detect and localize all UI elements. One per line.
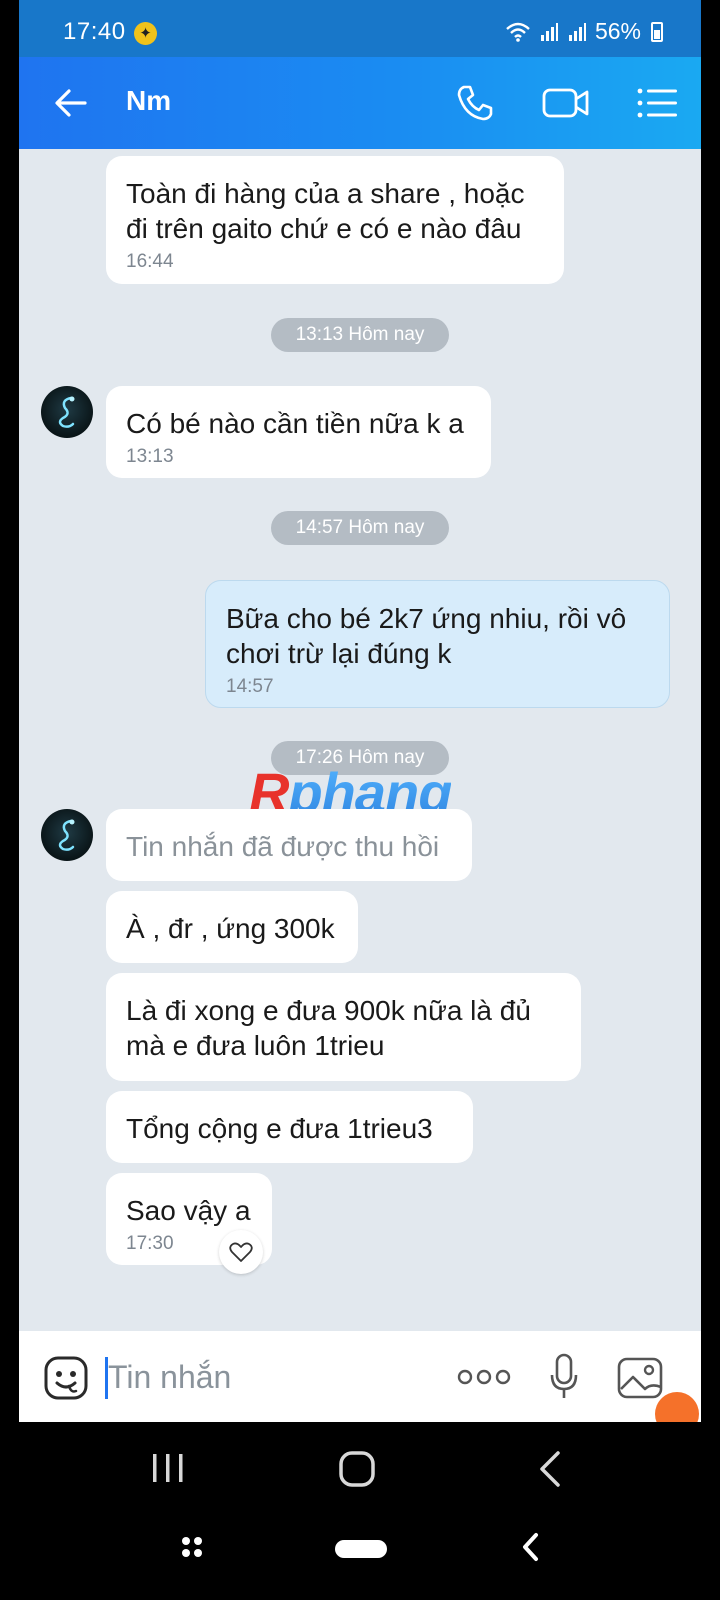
message-received-5[interactable]: Tổng cộng e đưa 1trieu3 xyxy=(106,1091,473,1163)
avatar[interactable] xyxy=(41,386,93,438)
dragon-avatar-icon xyxy=(58,819,75,851)
home-gesture-pill[interactable] xyxy=(335,1540,387,1558)
phone-frame: 17:40 ✦ 56% Nm Toàn đi hàng của a share … xyxy=(0,0,720,1600)
status-time: 17:40 xyxy=(63,18,126,45)
message-received-1[interactable]: Toàn đi hàng của a share , hoặc đi trên … xyxy=(106,156,564,284)
video-call-icon[interactable] xyxy=(541,83,591,123)
message-sent-1[interactable]: Bữa cho bé 2k7 ứng nhiu, rồi vô chơi trừ… xyxy=(205,580,670,708)
message-text: Bữa cho bé 2k7 ứng nhiu, rồi vô chơi trừ… xyxy=(226,603,627,669)
status-indicators: 56% xyxy=(505,18,663,45)
message-text: Sao vậy a xyxy=(126,1195,251,1226)
message-time: 13:13 xyxy=(126,446,174,467)
back-arrow-icon[interactable] xyxy=(51,83,91,123)
microphone-icon[interactable] xyxy=(549,1353,579,1401)
react-heart-button[interactable] xyxy=(219,1230,263,1274)
message-input[interactable] xyxy=(108,1353,438,1401)
status-bar: 17:40 ✦ 56% xyxy=(19,0,701,57)
gesture-back-icon[interactable] xyxy=(520,1532,540,1562)
message-received-4[interactable]: Là đi xong e đưa 900k nữa là đủ mà e đưa… xyxy=(106,973,581,1081)
message-text: Tổng cộng e đưa 1trieu3 xyxy=(126,1113,433,1144)
signal-icon-2 xyxy=(568,22,586,41)
avatar[interactable] xyxy=(41,809,93,861)
battery-percent: 56% xyxy=(594,18,641,44)
chat-screen: 17:40 ✦ 56% Nm Toàn đi hàng của a share … xyxy=(19,0,701,1422)
phone-icon[interactable] xyxy=(453,81,497,125)
message-received-2[interactable]: Có bé nào cần tiền nữa k a 13:13 xyxy=(106,386,491,478)
more-options-icon[interactable] xyxy=(457,1367,511,1387)
heart-icon xyxy=(229,1242,253,1262)
message-time: 14:57 xyxy=(226,676,274,697)
message-recalled[interactable]: Tin nhắn đã được thu hồi xyxy=(106,809,472,881)
image-gallery-icon[interactable] xyxy=(617,1357,663,1399)
contact-name[interactable]: Nm xyxy=(126,85,171,117)
running-app-icon: ✦ xyxy=(134,22,157,45)
recent-apps-icon[interactable] xyxy=(150,1452,186,1484)
home-icon[interactable] xyxy=(338,1450,376,1488)
apps-grid-icon[interactable] xyxy=(180,1535,204,1559)
message-text: Có bé nào cần tiền nữa k a xyxy=(126,408,464,439)
sticker-icon[interactable] xyxy=(43,1355,89,1401)
date-separator-2: 14:57 Hôm nay xyxy=(271,511,449,545)
chat-header: Nm xyxy=(19,57,701,149)
message-input-bar xyxy=(19,1331,701,1422)
menu-list-icon[interactable] xyxy=(635,83,679,123)
system-navigation-bar xyxy=(0,1422,720,1600)
message-text: Tin nhắn đã được thu hồi xyxy=(126,831,440,862)
back-nav-icon[interactable] xyxy=(536,1450,562,1488)
dragon-avatar-icon xyxy=(58,396,75,428)
message-time: 16:44 xyxy=(126,251,174,272)
message-text: Toàn đi hàng của a share , hoặc đi trên … xyxy=(126,178,525,244)
signal-icon xyxy=(540,22,558,41)
message-text: Là đi xong e đưa 900k nữa là đủ mà e đưa… xyxy=(126,995,531,1061)
message-received-3[interactable]: À , đr , ứng 300k xyxy=(106,891,358,963)
message-text: À , đr , ứng 300k xyxy=(126,913,335,944)
battery-icon xyxy=(651,21,663,42)
date-separator-1: 13:13 Hôm nay xyxy=(271,318,449,352)
wifi-icon xyxy=(506,22,530,42)
